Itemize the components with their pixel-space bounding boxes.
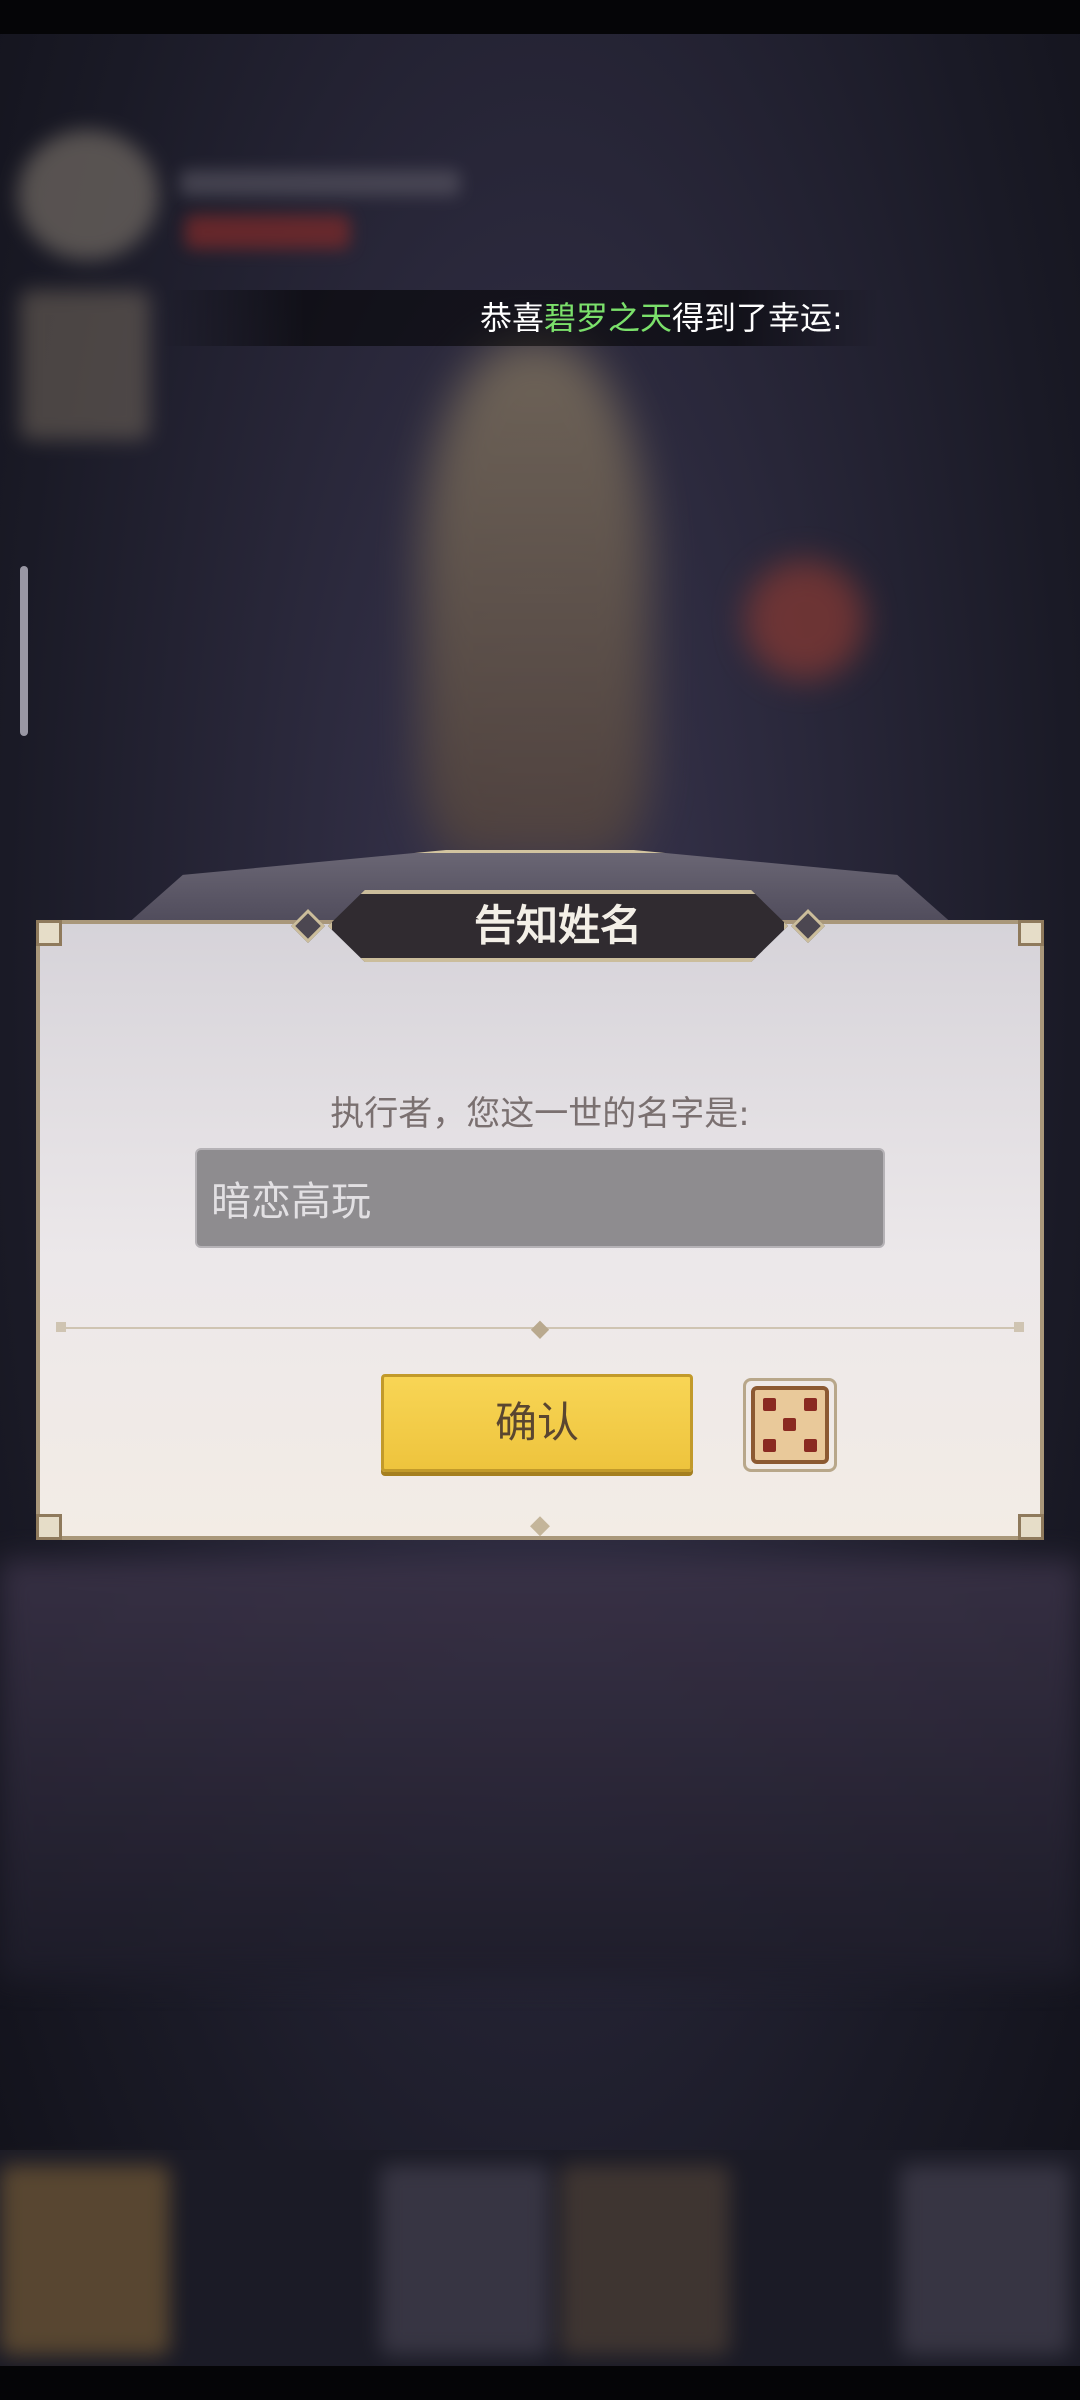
announcement-suffix: 得到了幸运: [672,299,843,337]
player-badge-blurred [185,215,350,249]
dice-pip [763,1439,776,1452]
random-name-button[interactable] [743,1378,837,1472]
dice-pip [804,1398,817,1411]
side-event-icon [20,290,150,440]
dialog-bottom-ornament-icon: ◆ [530,1510,550,1540]
navigation-bar [0,2366,1080,2400]
background-orb [745,560,865,680]
player-avatar [18,130,158,260]
corner-ornament [1018,920,1044,946]
announcement-prefix: 恭喜 [480,299,545,337]
name-input[interactable] [195,1148,885,1248]
bottom-menu-item [900,2165,1070,2355]
dialog-title: 告知姓名 [473,901,642,950]
dice-icon [751,1386,829,1464]
player-name-blurred [180,170,460,196]
divider-end [1014,1322,1024,1332]
announcement-marquee: 恭喜碧罗之天得到了幸运: [160,290,880,346]
bottom-menu-item [0,2165,170,2355]
bottom-menu-item [380,2165,550,2355]
announcement-player-name: 碧罗之天 [544,299,673,337]
bottom-menu-item [560,2165,730,2355]
announcement-text: 恭喜碧罗之天得到了幸运: [480,298,880,338]
background-ground [0,1560,1080,1980]
dice-pip [804,1439,817,1452]
divider-end [56,1322,66,1332]
status-bar [0,0,1080,34]
scroll-indicator [20,566,28,736]
dice-pip [783,1418,796,1431]
game-screen: 恭喜碧罗之天得到了幸运: 告知姓名 执行者，您这一世的名字是: ◆ 确认 ◆ [0,0,1080,2400]
background-statue [420,340,650,860]
divider-ornament-icon: ◆ [530,1314,550,1342]
corner-ornament [36,920,62,946]
dice-pip [763,1398,776,1411]
confirm-button[interactable]: 确认 [381,1374,693,1472]
name-prompt: 执行者，您这一世的名字是: [330,1094,750,1134]
